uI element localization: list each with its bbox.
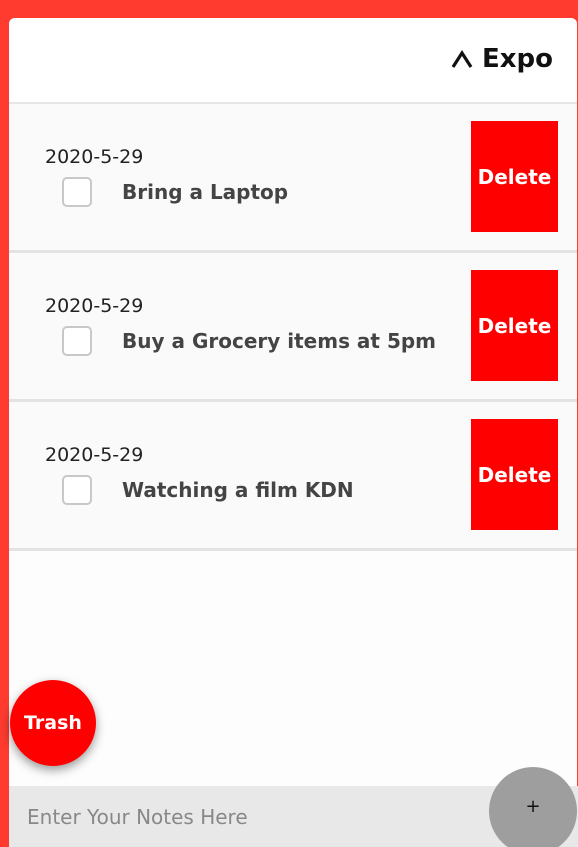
chevron-up-icon xyxy=(451,50,473,68)
note-list: 2020-5-29 Bring a Laptop Delete 2020-5-2… xyxy=(9,104,577,551)
note-checkbox[interactable] xyxy=(62,326,92,356)
note-row: Buy a Grocery items at 5pm xyxy=(62,326,436,356)
header-title: Expo xyxy=(481,44,553,74)
note-input[interactable] xyxy=(9,786,469,847)
note-row: Watching a film KDN xyxy=(62,475,354,505)
note-date: 2020-5-29 xyxy=(45,444,144,466)
delete-button[interactable]: Delete xyxy=(471,419,558,530)
note-text: Watching a film KDN xyxy=(122,478,354,502)
note-checkbox[interactable] xyxy=(62,177,92,207)
delete-button[interactable]: Delete xyxy=(471,270,558,381)
note-date: 2020-5-29 xyxy=(45,146,144,168)
note-text: Buy a Grocery items at 5pm xyxy=(122,329,437,353)
list-item: 2020-5-29 Buy a Grocery items at 5pm Del… xyxy=(9,253,577,402)
note-checkbox[interactable] xyxy=(62,475,92,505)
add-note-button[interactable]: + xyxy=(489,767,577,847)
note-row: Bring a Laptop xyxy=(62,177,288,207)
delete-button[interactable]: Delete xyxy=(471,121,558,232)
list-item: 2020-5-29 Watching a film KDN Delete xyxy=(9,402,577,551)
trash-button[interactable]: Trash xyxy=(10,680,96,766)
note-text: Bring a Laptop xyxy=(122,180,289,204)
header: Expo xyxy=(9,18,577,104)
list-item: 2020-5-29 Bring a Laptop Delete xyxy=(9,104,577,253)
header-toggle[interactable]: Expo xyxy=(450,44,553,74)
note-date: 2020-5-29 xyxy=(45,295,144,317)
